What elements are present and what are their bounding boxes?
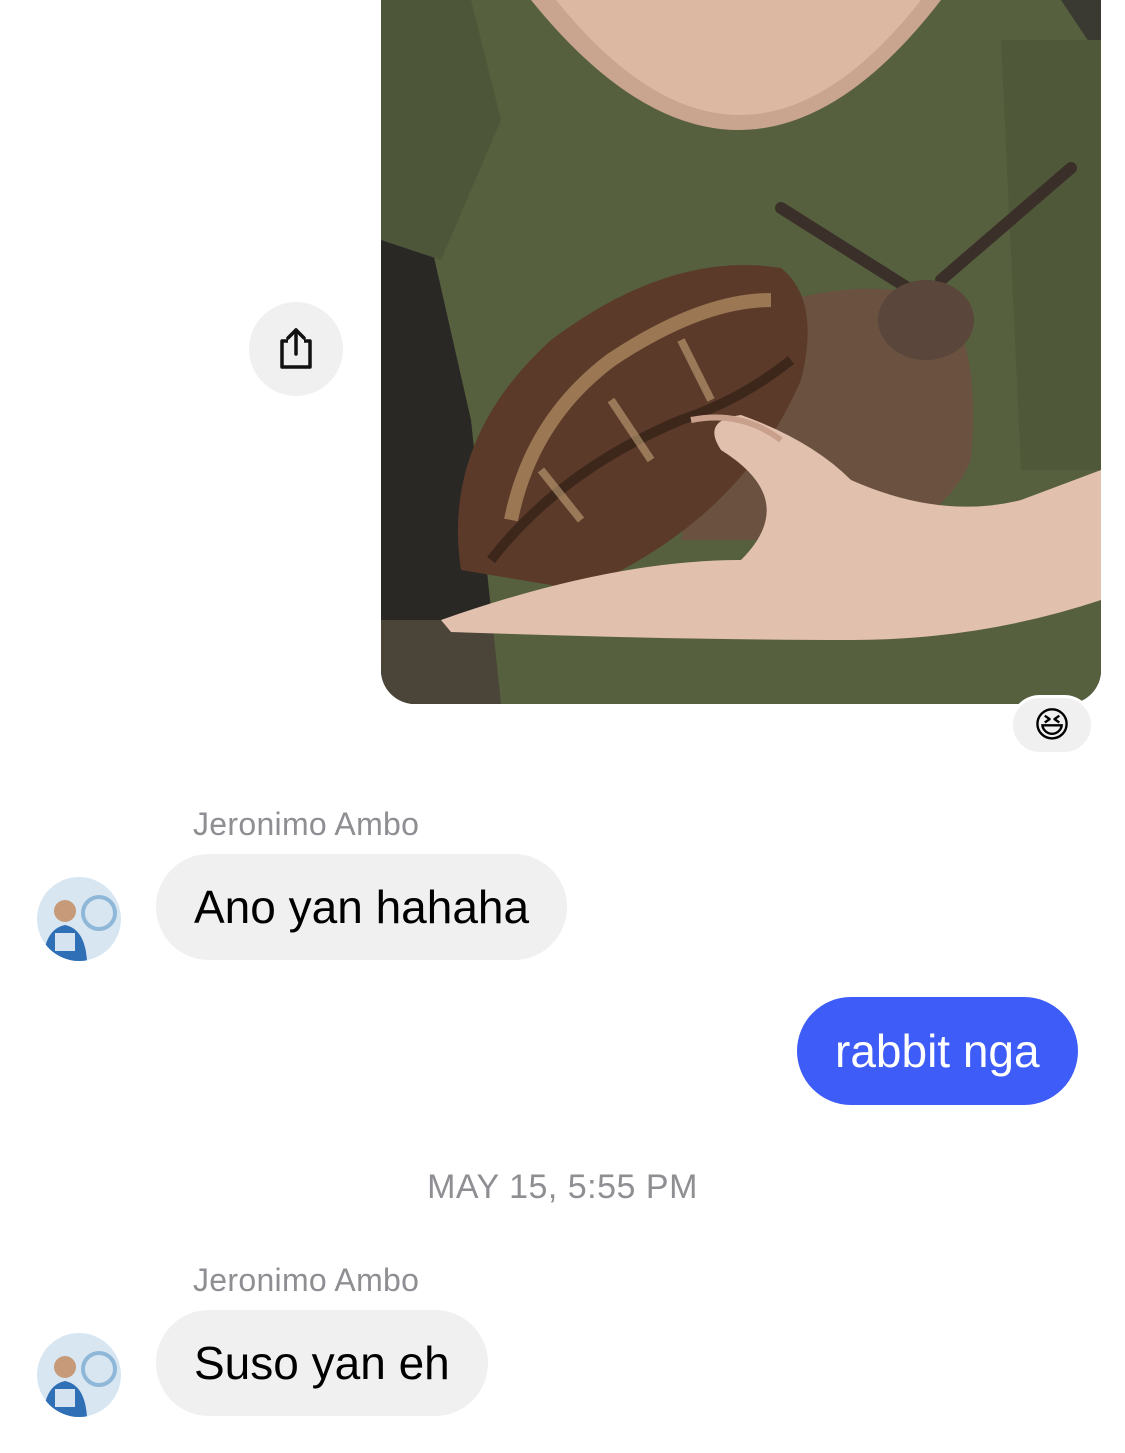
message-reaction[interactable]: 😆 (1010, 695, 1094, 755)
avatar-image (37, 1333, 121, 1417)
share-button[interactable] (249, 302, 343, 396)
incoming-message-bubble[interactable]: Ano yan hahaha (156, 854, 568, 960)
avatar[interactable] (37, 1333, 121, 1417)
laughing-emoji-icon: 😆 (1033, 704, 1071, 745)
incoming-message-bubble[interactable]: Suso yan eh (156, 1310, 488, 1416)
share-icon (280, 328, 312, 369)
avatar[interactable] (37, 877, 121, 961)
outgoing-message-bubble[interactable]: rabbit nga (797, 997, 1078, 1105)
sender-name: Jeronimo Ambo (193, 1262, 420, 1298)
sender-name: Jeronimo Ambo (193, 806, 420, 842)
timestamp: MAY 15, 5:55 PM (427, 1168, 698, 1206)
avatar-image (37, 877, 121, 961)
photo-message[interactable] (381, 0, 1101, 704)
snail-photo (381, 0, 1101, 704)
